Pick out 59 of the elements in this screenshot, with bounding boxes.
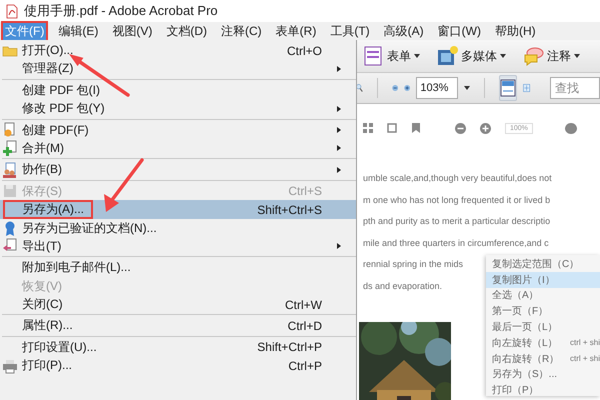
menu-item[interactable]: 打印设置(U)... Shift+Ctrl+P — [0, 338, 356, 356]
menu-item[interactable]: 导出(T) — [0, 236, 356, 256]
window-title: 使用手册.pdf - Adobe Acrobat Pro — [24, 2, 218, 20]
form-icon — [362, 45, 384, 67]
zoom-in-icon[interactable] — [480, 122, 491, 134]
document-text-line: umble scale,and,though very beautiful,does not — [363, 172, 552, 185]
menu-bar-item[interactable]: 帮助(H) — [492, 22, 539, 40]
context-menu-item[interactable]: 另存为（S）... — [486, 366, 600, 382]
menu-item[interactable]: 打印(P)... Ctrl+P — [0, 356, 356, 375]
context-menu-item[interactable]: 最后一页（L） — [486, 319, 600, 335]
caret-icon[interactable] — [464, 86, 470, 90]
crop-icon[interactable] — [387, 123, 397, 133]
document-text-line: rennial spring in the mids — [363, 258, 464, 272]
context-menu-item[interactable]: 向右旋转（R） ctrl + shi — [486, 350, 600, 367]
menu-item[interactable]: 另存为(A)... Shift+Ctrl+S — [0, 200, 356, 219]
context-menu-item[interactable]: 全选（A） — [486, 288, 600, 304]
menu-bar-item[interactable]: 注释(C) — [218, 22, 265, 40]
context-menu-item[interactable]: 向左旋转（L） ctrl + shi — [486, 334, 600, 351]
menu-item[interactable]: 关闭(C) Ctrl+W — [0, 295, 356, 314]
menu-bar-item[interactable]: 工具(T) — [327, 22, 373, 40]
context-menu-item[interactable]: 复制选定范围（C） — [486, 256, 600, 272]
menu-bar-item[interactable]: 高级(A) — [380, 22, 427, 40]
document-text-line: mile and three quarters in circumference,and c — [363, 236, 549, 250]
menu-bar-item[interactable]: 编辑(E) — [55, 22, 102, 40]
document-plus-icon — [2, 140, 18, 156]
annotation-arrow — [104, 158, 144, 212]
context-menu-item[interactable]: 复制图片（I） — [486, 272, 600, 288]
pdf-file-icon — [6, 4, 18, 18]
find-field[interactable]: 查找 — [550, 77, 600, 99]
menu-item[interactable]: 附加到电子邮件(L)... — [0, 258, 356, 277]
context-menu-item[interactable]: 打印（P） — [486, 382, 600, 398]
menu-bar-item[interactable]: 文档(D) — [163, 22, 210, 40]
menu-item[interactable]: 打开(O)... Ctrl+O — [0, 41, 356, 60]
menu-item[interactable]: 创建 PDF(F) — [0, 120, 356, 139]
menu-item[interactable]: 合并(M) — [0, 138, 356, 158]
menu-bar-item[interactable]: 表单(R) — [272, 22, 320, 40]
document-text-line: ds and evaporation. — [363, 280, 442, 293]
film-icon — [436, 45, 458, 67]
menu-item[interactable]: 修改 PDF 包(Y) — [0, 99, 356, 118]
bookmark-icon[interactable] — [411, 123, 421, 133]
zoom-field[interactable]: 103% — [416, 77, 458, 99]
toolbar-button[interactable]: 注释 — [520, 43, 582, 69]
menu-item[interactable]: 属性(R)... Ctrl+D — [0, 316, 356, 335]
menu-item[interactable]: 另存为已验证的文档(N)... — [0, 218, 356, 237]
speech-bubble-icon — [522, 45, 544, 67]
people-icon — [2, 162, 18, 178]
zoom-out-icon[interactable] — [455, 122, 466, 134]
document-text-line: pth and purity as to merit a particular descriptio — [363, 215, 550, 228]
fit-width-button[interactable] — [498, 75, 517, 101]
document-text-line: m one who has not long frequented it or lived b — [363, 194, 550, 207]
menu-item[interactable]: 协作(B) — [0, 160, 356, 179]
toolbar-button[interactable]: 表单 — [360, 43, 422, 69]
menu-bar-item[interactable]: 窗口(W) — [434, 22, 484, 40]
printer-icon — [2, 358, 18, 374]
toolbar-button[interactable]: 多媒体 — [434, 43, 508, 69]
grid-icon[interactable] — [363, 123, 373, 133]
menu-item[interactable]: 创建 PDF 包(I) — [0, 80, 356, 100]
context-menu-item[interactable]: 第一页（F） — [486, 303, 600, 320]
menu-bar-item[interactable]: 视图(V) — [109, 22, 156, 40]
